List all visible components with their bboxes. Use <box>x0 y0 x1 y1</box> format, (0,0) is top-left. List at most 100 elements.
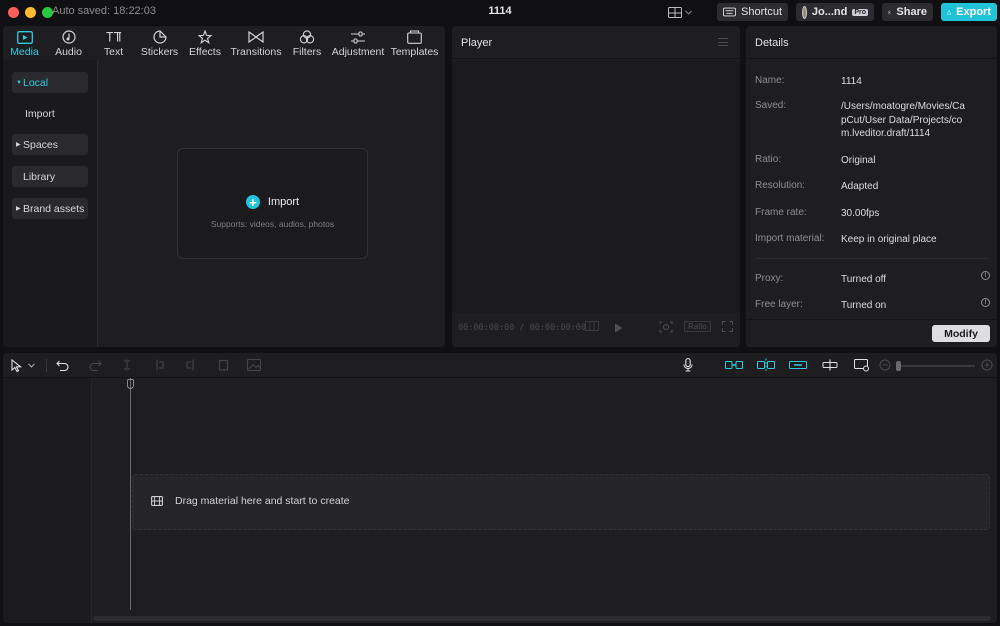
sidebar-item-local[interactable]: ▼ Local <box>12 72 88 93</box>
tab-adjustment[interactable]: Adjustment <box>329 26 387 60</box>
tab-audio[interactable]: Audio <box>46 26 91 60</box>
zoom-out-icon[interactable] <box>877 357 893 373</box>
share-button[interactable]: Share <box>882 3 933 21</box>
redo-icon[interactable] <box>87 357 103 373</box>
player-viewport[interactable] <box>452 60 740 313</box>
preview-axis-icon[interactable] <box>820 357 840 373</box>
caret-right-icon: ▶ <box>16 142 21 148</box>
delete-left-icon[interactable] <box>151 357 167 373</box>
detail-row-import-material: Import material: Keep in original place <box>755 233 937 245</box>
tab-text[interactable]: Text <box>91 26 136 60</box>
autosave-status: Auto saved: 18:22:03 <box>52 5 156 17</box>
linkage-icon[interactable] <box>788 357 808 373</box>
title-bar: Auto saved: 18:22:03 1114 Shortcut Jo...… <box>0 0 1000 24</box>
playhead-handle[interactable] <box>127 379 134 389</box>
account-button[interactable]: Jo...nd Pro <box>796 3 874 21</box>
sidebar-item-spaces[interactable]: ▶ Spaces <box>12 134 88 155</box>
fullscreen-icon[interactable] <box>722 321 733 332</box>
detail-value: 1114 <box>841 76 862 87</box>
modify-button[interactable]: Modify <box>932 325 990 342</box>
import-dropzone[interactable]: + Import Supports: videos, audios, photo… <box>177 148 368 259</box>
tab-audio-label: Audio <box>55 46 82 58</box>
zoom-slider-track[interactable] <box>897 365 975 367</box>
sidebar-item-import[interactable]: Import <box>12 103 88 124</box>
media-body: ▼ Local Import ▶ Spaces Library ▶ Brand … <box>3 60 445 347</box>
tab-filters[interactable]: Filters <box>285 26 329 60</box>
details-divider <box>755 258 989 259</box>
export-button[interactable]: Export <box>941 3 997 21</box>
detail-label: Proxy: <box>755 273 784 284</box>
layout-toggle-button[interactable] <box>668 4 698 20</box>
image-icon[interactable] <box>246 357 262 373</box>
close-window-button[interactable] <box>8 7 19 18</box>
ratio-button[interactable]: Ratio <box>684 321 711 332</box>
detail-label: Resolution: <box>755 180 806 191</box>
delete-icon[interactable] <box>215 357 231 373</box>
player-header: Player <box>452 26 740 59</box>
detail-row-proxy: Proxy: Turned off <box>755 273 886 285</box>
chevron-down-icon[interactable] <box>26 357 36 373</box>
tab-media[interactable]: Media <box>3 26 46 60</box>
timeline-track-area[interactable]: Drag material here and start to create <box>92 378 997 623</box>
player-panel: Player 00:00:00:00 / 00:00:00:00 Ratio <box>452 26 740 347</box>
share-icon <box>888 10 892 14</box>
minimize-window-button[interactable] <box>25 7 36 18</box>
transitions-icon <box>248 29 264 45</box>
film-icon <box>151 496 163 506</box>
tab-effects[interactable]: Effects <box>183 26 227 60</box>
help-icon[interactable]: ! <box>981 298 990 307</box>
effects-icon <box>197 29 213 45</box>
player-timecode: 00:00:00:00 / 00:00:00:00 <box>458 323 586 333</box>
detail-value: Turned off <box>841 274 887 285</box>
sidebar-item-library[interactable]: Library <box>12 166 88 187</box>
track-headers <box>3 378 92 623</box>
import-label: Import <box>267 196 300 208</box>
details-header: Details <box>746 26 997 59</box>
tab-transitions-label: Transitions <box>230 46 282 58</box>
export-label: Export <box>956 6 991 18</box>
sidebar-item-label: Spaces <box>23 138 59 151</box>
delete-right-icon[interactable] <box>183 357 199 373</box>
caret-down-icon: ▼ <box>16 79 22 86</box>
drop-hint-text: Drag material here and start to create <box>175 495 350 507</box>
main-track-magnet-icon[interactable] <box>724 357 744 373</box>
select-cursor-icon[interactable] <box>8 357 24 373</box>
timeline-grid-icon[interactable] <box>585 321 599 331</box>
text-icon <box>105 29 122 45</box>
sidebar-item-label: Import <box>25 107 55 120</box>
shortcut-button[interactable]: Shortcut <box>717 3 788 21</box>
media-sidebar: ▼ Local Import ▶ Spaces Library ▶ Brand … <box>3 60 98 347</box>
thumbnail-settings-icon[interactable] <box>852 357 872 373</box>
chevron-down-icon <box>685 9 692 15</box>
split-icon[interactable] <box>119 357 135 373</box>
timeline-panel: Drag material here and start to create <box>3 353 997 623</box>
detail-value: 30.00fps <box>841 208 880 219</box>
timeline-toolbar <box>3 353 997 378</box>
zoom-slider-handle[interactable] <box>896 361 901 371</box>
detail-row-frame-rate: Frame rate: 30.00fps <box>755 207 879 219</box>
sidebar-item-label: Brand assets <box>23 202 85 215</box>
detail-label: Ratio: <box>755 154 782 165</box>
detail-label: Name: <box>755 75 785 86</box>
menu-icon[interactable] <box>718 38 728 46</box>
detail-label: Import material: <box>755 233 825 244</box>
play-icon[interactable] <box>614 323 623 333</box>
toolbar-divider <box>46 359 47 372</box>
auto-snap-icon[interactable] <box>756 357 776 373</box>
zoom-fit-icon[interactable] <box>659 321 673 333</box>
timeline-scrollbar[interactable] <box>93 616 991 621</box>
help-icon[interactable]: ! <box>981 271 990 280</box>
zoom-in-icon[interactable] <box>979 357 995 373</box>
tab-filters-label: Filters <box>292 46 322 58</box>
avatar <box>802 5 807 19</box>
tab-templates[interactable]: Templates <box>387 26 442 60</box>
undo-icon[interactable] <box>54 357 70 373</box>
sidebar-item-brand-assets[interactable]: ▶ Brand assets <box>12 198 88 219</box>
adjustment-icon <box>350 29 366 45</box>
tab-transitions[interactable]: Transitions <box>227 26 285 60</box>
caret-right-icon: ▶ <box>16 206 21 212</box>
microphone-icon[interactable] <box>680 357 696 373</box>
timeline-dropzone[interactable]: Drag material here and start to create <box>132 474 990 530</box>
details-footer: Modify <box>746 319 997 347</box>
tab-stickers[interactable]: Stickers <box>136 26 183 60</box>
